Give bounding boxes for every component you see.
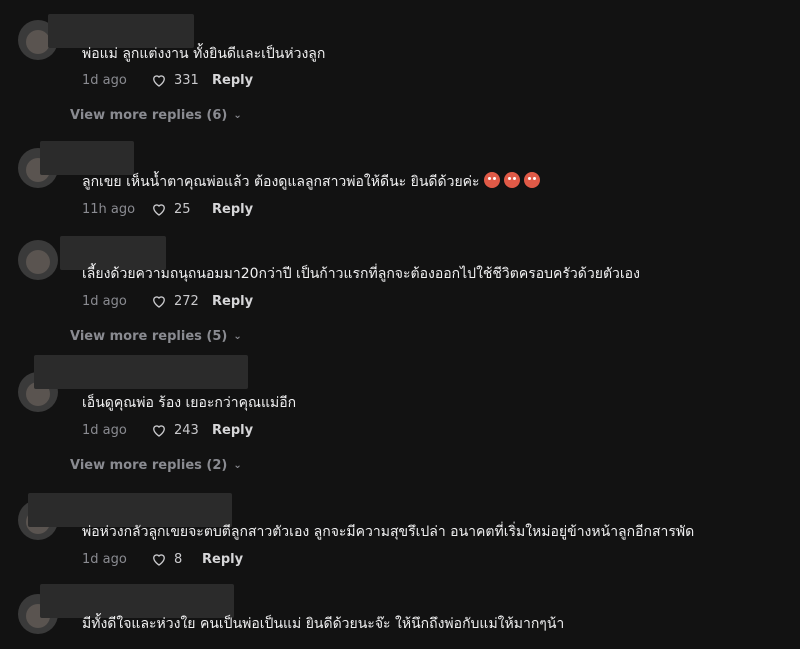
reply-button[interactable]: Reply [212,294,253,309]
like-count: 272 [174,293,199,309]
comment-time: 1d ago [82,551,127,567]
heart-icon [153,425,165,437]
comment-text: มีทั้งดีใจและห่วงใย คนเป็นพ่อเป็นแม่ ยิน… [82,616,565,632]
comment-text: เลี้ยงด้วยความถนุถนอมมา20กว่าปี เป็นก้าว… [82,266,640,282]
like-button[interactable]: 243 [150,421,212,439]
comment-feed: พ่อแม่ ลูกแต่งงาน ทั้งยินดีและเป็นห่วงลู… [0,0,800,649]
comment-time: 1d ago [82,72,127,88]
chevron-down-icon: ⌄ [233,331,242,342]
avatar[interactable] [18,240,58,280]
view-more-label: View more replies (6) [70,108,228,123]
like-count: 25 [174,201,191,217]
comment-text-body: ลูกเขย เห็นน้ำตาคุณพ่อแล้ว ต้องดูแลลูกสา… [82,174,480,190]
like-button[interactable]: 331 [150,71,212,89]
view-more-replies[interactable]: View more replies (5) ⌄ [70,329,242,344]
comment-time: 1d ago [82,422,127,438]
heart-icon [153,204,165,216]
comment-meta: 1d ago 243 Reply [82,420,253,440]
username-redacted [40,141,134,175]
comment-time: 11h ago [82,201,136,217]
like-button[interactable]: 25 [150,200,212,218]
smiling-face-hearts-icon [503,172,520,188]
username-redacted [48,14,194,48]
view-more-label: View more replies (5) [70,329,228,344]
heart-icon [153,75,165,87]
reply-button[interactable]: Reply [212,73,253,88]
like-button[interactable]: 272 [150,292,212,310]
comment-meta: 11h ago 25 Reply [82,199,253,219]
reply-button[interactable]: Reply [212,202,253,217]
view-more-replies[interactable]: View more replies (2) ⌄ [70,458,242,473]
like-button[interactable]: 8 [150,550,202,568]
chevron-down-icon: ⌄ [233,110,242,121]
like-count: 331 [174,72,199,88]
comment-text: เอ็นดูคุณพ่อ ร้อง เยอะกว่าคุณแม่อีก [82,395,297,411]
smiling-face-hearts-icon [523,172,540,188]
reply-button[interactable]: Reply [212,423,253,438]
heart-icon [153,554,165,566]
view-more-label: View more replies (2) [70,458,228,473]
comment-meta: 1d ago 331 Reply [82,70,253,90]
like-count: 8 [174,551,183,567]
username-redacted [34,355,248,389]
comment-time: 1d ago [82,293,127,309]
like-count: 243 [174,422,199,438]
comment-text: พ่อแม่ ลูกแต่งงาน ทั้งยินดีและเป็นห่วงลู… [82,46,326,62]
reply-button[interactable]: Reply [202,552,243,567]
chevron-down-icon: ⌄ [233,460,242,471]
comment-meta: 1d ago 8 Reply [82,549,243,569]
username-redacted [40,584,234,618]
view-more-replies[interactable]: View more replies (6) ⌄ [70,108,242,123]
comment-meta: 1d ago 272 Reply [82,291,253,311]
comment-text: พ่อห่วงกลัวลูกเขยจะตบตีลูกสาวตัวเอง ลูกจ… [82,524,695,540]
comment-text: ลูกเขย เห็นน้ำตาคุณพ่อแล้ว ต้องดูแลลูกสา… [82,172,540,192]
heart-icon [153,296,165,308]
smiling-face-hearts-icon [483,172,500,188]
